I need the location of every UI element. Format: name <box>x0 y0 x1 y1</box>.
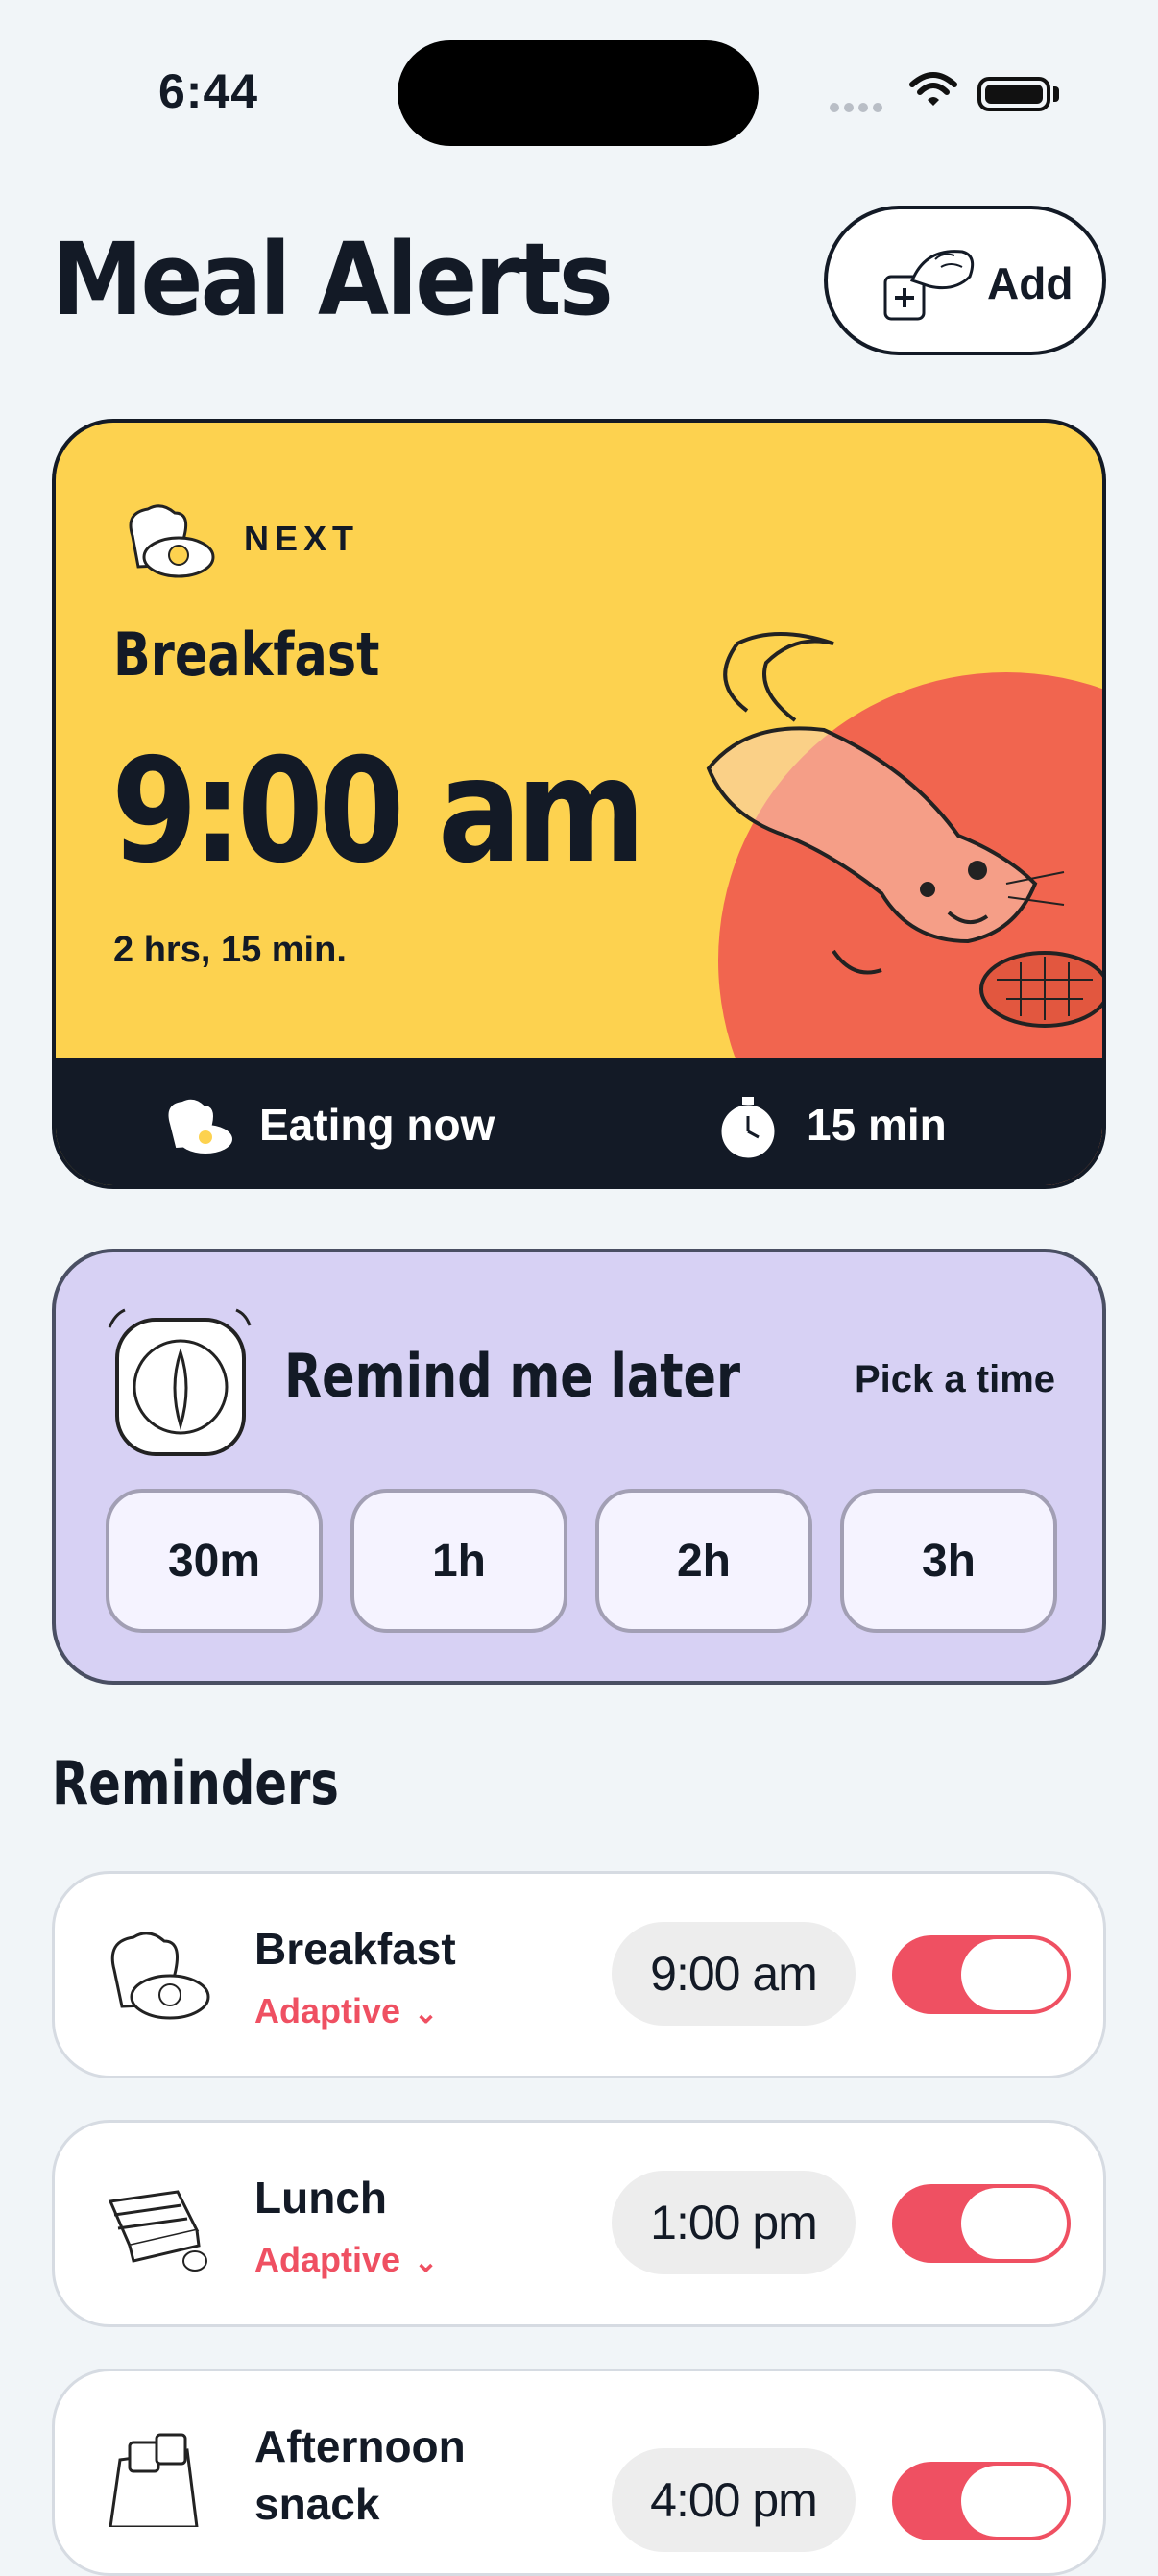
add-button-label: Add <box>987 258 1074 308</box>
page-title: Meal Alerts <box>52 221 614 338</box>
next-meal-time: 9:00 am <box>111 728 645 895</box>
pick-a-time-link[interactable]: Pick a time <box>855 1358 1055 1401</box>
hand-first-aid-icon <box>883 250 975 321</box>
kitchen-timer-icon <box>108 1308 252 1456</box>
toast-egg-icon <box>129 504 215 578</box>
toast-egg-icon <box>168 1099 232 1154</box>
remind-30m-button[interactable]: 30m <box>106 1489 323 1633</box>
eating-now-button[interactable]: Eating now <box>259 1099 495 1151</box>
toggle-knob <box>961 2188 1067 2259</box>
otter-illustration <box>706 632 1102 1028</box>
reminder-mode-label: Adaptive <box>254 2240 401 2279</box>
reminder-name: Afternoon snack <box>254 2421 466 2529</box>
next-meal-name: Breakfast <box>113 620 380 690</box>
wifi-icon <box>908 71 958 114</box>
chevron-down-icon: ⌄ <box>414 2247 439 2278</box>
reminder-toggle[interactable] <box>892 1935 1071 2014</box>
add-button[interactable]: Add <box>824 206 1106 355</box>
reminder-time-button[interactable]: 4:00 pm <box>612 2448 856 2552</box>
duration-button[interactable]: 15 min <box>807 1099 947 1151</box>
reminder-time-button[interactable]: 1:00 pm <box>612 2171 856 2274</box>
remind-3h-button[interactable]: 3h <box>840 1489 1057 1633</box>
reminder-name: Breakfast <box>254 1924 456 1974</box>
remind-later-card: Remind me later Pick a time 30m 1h 2h 3h <box>52 1249 1106 1685</box>
reminder-name: Lunch <box>254 2173 387 2223</box>
remind-later-title: Remind me later <box>284 1341 741 1411</box>
stopwatch-icon <box>721 1097 775 1158</box>
reminder-mode-dropdown[interactable]: Adaptive ⌄ <box>254 1991 438 2031</box>
cellular-signal-icon <box>830 100 887 117</box>
remind-2h-button[interactable]: 2h <box>595 1489 812 1633</box>
toggle-knob <box>961 1939 1067 2010</box>
reminders-heading: Reminders <box>52 1748 339 1818</box>
reminder-row-afternoon-snack[interactable]: Afternoon snack 4:00 pm <box>52 2369 1106 2576</box>
remind-1h-button[interactable]: 1h <box>350 1489 567 1633</box>
chevron-down-icon: ⌄ <box>414 1998 439 2029</box>
battery-icon <box>977 77 1050 111</box>
next-label: NEXT <box>244 519 360 558</box>
reminder-row-breakfast[interactable]: Breakfast Adaptive ⌄ 9:00 am <box>52 1871 1106 2078</box>
dynamic-island <box>398 40 759 146</box>
next-card-actions: Eating now 15 min <box>56 1058 1102 1185</box>
status-time: 6:44 <box>158 64 259 118</box>
reminder-time-button[interactable]: 9:00 am <box>612 1922 856 2026</box>
sandwich-icon <box>108 2190 207 2272</box>
reminder-mode-dropdown[interactable]: Adaptive ⌄ <box>254 2240 438 2280</box>
next-meal-card[interactable]: NEXT Breakfast 9:00 am 2 hrs, 15 min. Ea… <box>52 419 1106 1189</box>
battery-tip <box>1053 86 1059 102</box>
reminder-toggle[interactable] <box>892 2462 1071 2540</box>
reminder-toggle[interactable] <box>892 2184 1071 2263</box>
toast-egg-icon <box>110 1932 210 2020</box>
toggle-knob <box>961 2466 1067 2537</box>
reminder-mode-label: Adaptive <box>254 1991 401 2030</box>
reminder-row-lunch[interactable]: Lunch Adaptive ⌄ 1:00 pm <box>52 2120 1106 2327</box>
crackers-icon <box>109 2433 199 2527</box>
next-countdown: 2 hrs, 15 min. <box>113 930 347 970</box>
